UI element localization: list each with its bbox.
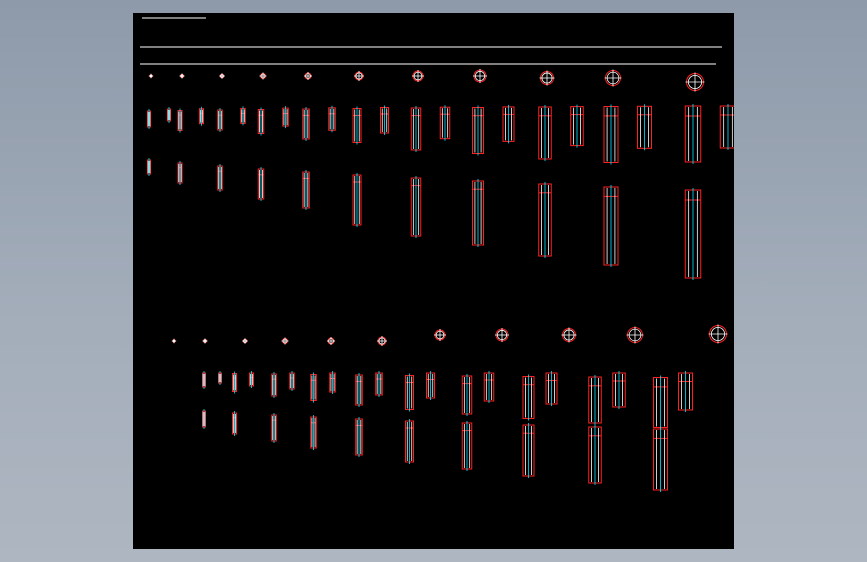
lower-pin-group: [171, 324, 728, 492]
title-block-lines: [140, 17, 722, 65]
upper-pin-group: [147, 69, 734, 280]
drawing-canvas[interactable]: [133, 13, 734, 549]
cad-drawing-viewport[interactable]: [133, 13, 734, 549]
pin-outline: [719, 105, 734, 149]
